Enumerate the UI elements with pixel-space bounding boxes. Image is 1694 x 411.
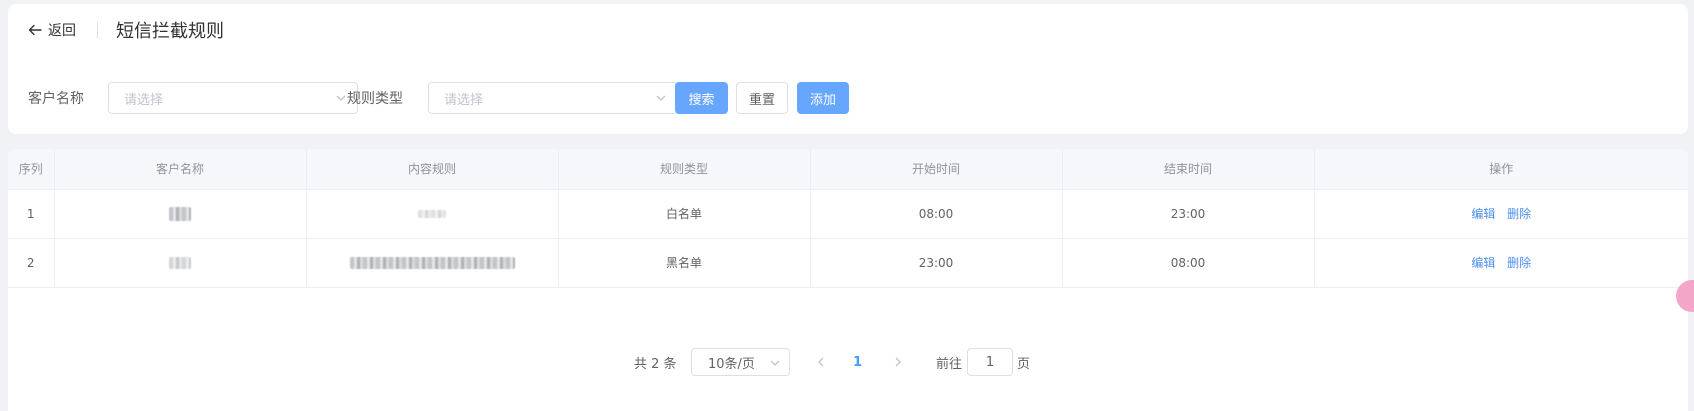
redacted-customer-name	[169, 206, 191, 221]
rule-type-label: 规则类型	[347, 91, 403, 107]
chevron-left-icon	[818, 357, 824, 367]
cell-index: 2	[8, 238, 55, 288]
delete-link[interactable]: 删除	[1507, 207, 1531, 221]
cell-start-time: 23:00	[810, 238, 1063, 288]
col-header-start-time: 开始时间	[810, 149, 1063, 190]
cell-rule-type: 黑名单	[558, 238, 811, 288]
search-button[interactable]: 搜索	[675, 82, 728, 114]
goto-suffix: 页	[1017, 356, 1031, 372]
arrow-left-icon	[28, 24, 42, 36]
next-page-button[interactable]	[892, 348, 904, 376]
rule-type-select[interactable]: 请选择	[428, 82, 678, 114]
edit-link[interactable]: 编辑	[1471, 256, 1495, 270]
back-button[interactable]: 返回	[28, 20, 76, 40]
rule-type-placeholder: 请选择	[444, 92, 484, 108]
col-header-index: 序列	[8, 149, 55, 190]
chevron-down-icon	[336, 95, 346, 101]
page-size-select[interactable]: 10条/页	[691, 348, 790, 376]
customer-placeholder: 请选择	[124, 92, 164, 108]
cell-actions: 编辑 删除	[1314, 189, 1688, 239]
customer-label: 客户名称	[28, 91, 84, 107]
chevron-down-icon	[656, 95, 666, 101]
page-title: 短信拦截规则	[116, 21, 224, 42]
reset-button[interactable]: 重置	[736, 82, 788, 114]
cell-customer	[54, 238, 307, 288]
page-number-current[interactable]: 1	[853, 348, 862, 376]
page-size-value: 10条/页	[708, 356, 755, 372]
cell-start-time: 08:00	[810, 189, 1063, 239]
col-header-rule-type: 规则类型	[558, 149, 811, 190]
goto-page-input[interactable]: 1	[967, 348, 1013, 376]
col-header-content-rule: 内容规则	[306, 149, 559, 190]
redacted-content-rule	[349, 257, 515, 269]
cell-content-rule	[306, 238, 559, 288]
col-header-customer: 客户名称	[54, 149, 307, 190]
filter-panel: 返回 短信拦截规则 客户名称 请选择 规则类型 请选择 搜索 重置 添加	[8, 4, 1688, 134]
goto-label: 前往	[936, 356, 963, 372]
edit-link[interactable]: 编辑	[1471, 207, 1495, 221]
cell-end-time: 23:00	[1062, 189, 1315, 239]
add-button[interactable]: 添加	[797, 82, 849, 114]
back-label: 返回	[48, 23, 76, 39]
pagination: 共 2 条 10条/页 1 前往 1 页	[0, 348, 1694, 376]
cell-end-time: 08:00	[1062, 238, 1315, 288]
col-header-actions: 操作	[1314, 149, 1688, 190]
table-row: 2 黑名单 23:00 08:00 编辑 删除	[8, 238, 1688, 288]
cell-index: 1	[8, 189, 55, 239]
redacted-content-rule	[418, 210, 446, 218]
pagination-total: 共 2 条	[634, 356, 677, 372]
cell-content-rule	[306, 189, 559, 239]
prev-page-button[interactable]	[815, 348, 827, 376]
header-divider	[97, 22, 98, 38]
cell-customer	[54, 189, 307, 239]
cell-actions: 编辑 删除	[1314, 238, 1688, 288]
table-row: 1 白名单 08:00 23:00 编辑 删除	[8, 189, 1688, 239]
col-header-end-time: 结束时间	[1062, 149, 1315, 190]
rules-table: 序列 客户名称 内容规则 规则类型 开始时间 结束时间 操作 1 白名单 08:…	[8, 149, 1688, 288]
chevron-right-icon	[895, 357, 901, 367]
delete-link[interactable]: 删除	[1507, 256, 1531, 270]
chevron-down-icon	[770, 360, 780, 366]
redacted-customer-name	[169, 257, 191, 269]
customer-select[interactable]: 请选择	[108, 82, 358, 114]
table-header-row: 序列 客户名称 内容规则 规则类型 开始时间 结束时间 操作	[8, 149, 1688, 190]
cell-rule-type: 白名单	[558, 189, 811, 239]
